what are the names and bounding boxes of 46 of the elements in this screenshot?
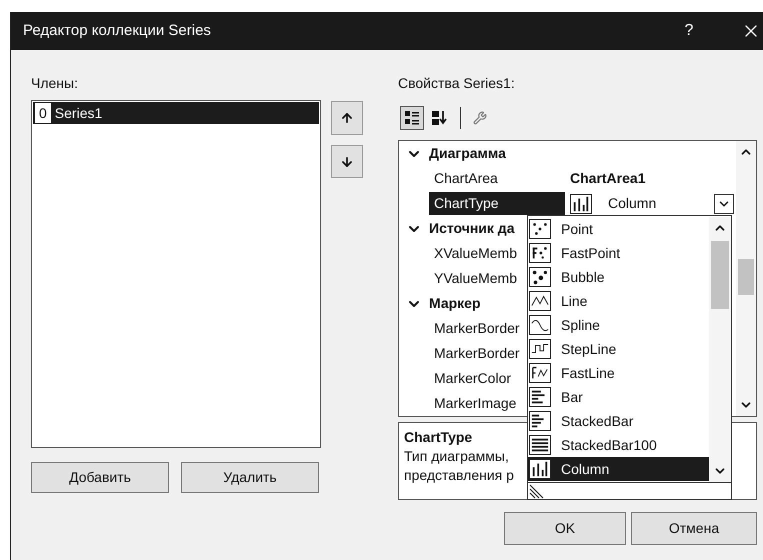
property-name[interactable]: ChartArea xyxy=(429,167,565,190)
scrollbar[interactable] xyxy=(736,141,756,416)
chart-type-option[interactable]: StackedBar100 xyxy=(528,433,709,457)
chart-type-option[interactable]: Bubble xyxy=(528,265,709,289)
description-title: ChartType xyxy=(404,428,472,447)
arrow-up-icon xyxy=(340,111,354,125)
sort-icon xyxy=(431,110,449,126)
chart-type-option[interactable]: Column xyxy=(528,457,709,481)
category-name: Маркер xyxy=(429,294,481,313)
scroll-thumb[interactable] xyxy=(738,259,754,295)
description-text: представления р xyxy=(404,466,514,485)
properties-label: Свойства Series1: xyxy=(398,74,516,92)
property-name[interactable]: ChartType xyxy=(429,192,565,215)
arrow-down-icon xyxy=(340,154,354,168)
members-label: Члены: xyxy=(31,74,79,92)
ok-button[interactable]: OK xyxy=(504,512,626,545)
move-down-button[interactable] xyxy=(331,145,363,178)
categorized-icon xyxy=(404,110,420,126)
property-value: ChartArea1 xyxy=(570,169,646,188)
move-up-button[interactable] xyxy=(331,101,363,135)
add-button[interactable]: Добавить xyxy=(31,462,169,493)
category-name: Источник да xyxy=(429,219,514,238)
chart-type-option[interactable]: Point xyxy=(528,217,709,241)
hatched-chart-icon xyxy=(529,483,545,499)
scroll-thumb[interactable] xyxy=(711,241,729,309)
dropdown-button[interactable] xyxy=(714,194,734,214)
member-name: Series1 xyxy=(54,104,102,122)
dropdown-scrollbar[interactable] xyxy=(709,217,731,482)
remove-button[interactable]: Удалить xyxy=(181,462,319,493)
categorized-view-button[interactable] xyxy=(400,106,424,130)
window-title: Редактор коллекции Series xyxy=(23,20,211,41)
help-button[interactable]: ? xyxy=(674,19,704,43)
chart-type-option[interactable]: Bar xyxy=(528,385,709,409)
member-item[interactable]: 0 Series1 xyxy=(33,102,319,124)
chart-type-option[interactable]: Spline xyxy=(528,313,709,337)
property-value: Column xyxy=(608,194,656,213)
chart-type-option[interactable]: StepLine xyxy=(528,337,709,361)
description-text: Тип диаграммы, xyxy=(404,447,509,466)
chart-type-option[interactable]: FastLine xyxy=(528,361,709,385)
cancel-button[interactable]: Отмена xyxy=(631,512,757,545)
member-index: 0 xyxy=(35,103,51,123)
chart-type-option[interactable]: StackedBar xyxy=(528,409,709,433)
chart-type-option[interactable]: Line xyxy=(528,289,709,313)
category-name: Диаграмма xyxy=(429,144,506,163)
chart-type-option[interactable]: FastPoint xyxy=(528,241,709,265)
wrench-icon xyxy=(473,111,487,125)
